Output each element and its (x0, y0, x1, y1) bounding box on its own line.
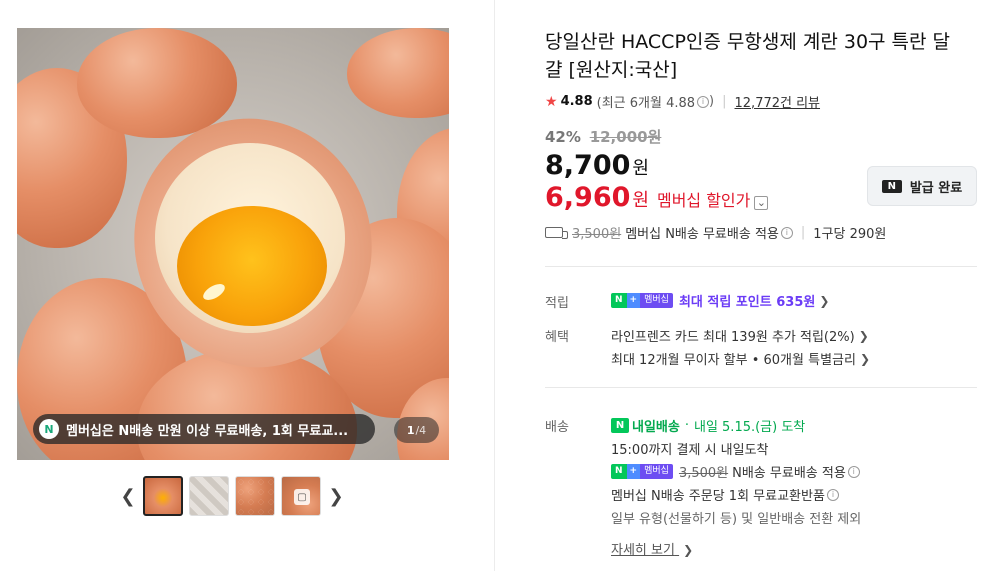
product-gallery: N 멤버십은 N배송 만원 이상 무료배송, 1회 무료교... 1/4 ❮ ▢… (0, 0, 495, 571)
delivery-cutoff: 15:00까지 결제 시 내일도착 (611, 443, 769, 458)
badge-membership: 멤버십 (640, 464, 673, 479)
chevron-right-icon: ❯ (683, 543, 694, 557)
chevron-right-icon: ❯ (819, 293, 830, 308)
badge-membership: 멤버십 (640, 293, 673, 308)
chevron-right-icon: ❯ (858, 328, 869, 343)
badge-plus: + (626, 293, 641, 308)
discount-percent: 42% (545, 128, 581, 146)
video-icon: ▢ (294, 489, 310, 505)
delivery-label: 배송 (545, 420, 569, 435)
benefit-row-1[interactable]: 라인프렌즈 카드 최대 139원 추가 적립(2%) ❯ (611, 326, 869, 346)
review-count-link[interactable]: 12,772건 리뷰 (735, 92, 821, 111)
points-label: 적립 (545, 296, 569, 311)
info-icon[interactable]: i (826, 488, 839, 501)
benefit-label: 혜택 (545, 330, 569, 345)
divider: | (800, 225, 806, 240)
shipping-summary: 3,500원 멤버십 N배송 무료배송 적용 i | 1구당 290원 (545, 223, 886, 242)
naver-n-icon: N (39, 419, 59, 439)
exclusion-text: 일부 유형(선물하기 등) 및 일반배송 전환 제외 (611, 512, 862, 527)
coupon-button-label: 발급 완료 (909, 180, 963, 196)
section-divider (545, 266, 977, 267)
info-icon[interactable]: i (697, 95, 710, 108)
badge-plus: + (626, 464, 641, 479)
sale-price-unit: 원 (632, 158, 649, 179)
naver-plus-membership-badge: N + 멤버십 (611, 464, 673, 479)
benefit-row-2[interactable]: 최대 12개월 무이자 할부 • 60개월 특별금리 ❯ (611, 349, 871, 369)
image-counter: 1/4 (394, 417, 439, 443)
points-row[interactable]: N + 멤버십 최대 적립 포인트 635원 ❯ (611, 291, 829, 310)
recent-rating: (최근 6개월 4.88 (596, 96, 696, 111)
detail-link-label: 자세히 보기 (611, 543, 675, 558)
thumbnail-strip: ❮ ▢ ❯ (116, 476, 348, 516)
detail-link[interactable]: 자세히 보기 ❯ (611, 539, 693, 558)
delivery-type: 내일배송 (632, 420, 680, 435)
max-points-text: 최대 적립 포인트 635원 (678, 295, 816, 310)
egg-shape (347, 28, 449, 118)
naver-n-icon: N (881, 179, 902, 193)
delivery-free-text: N배송 무료배송 적용 (732, 466, 846, 481)
chevron-left-icon[interactable]: ❮ (116, 477, 140, 515)
shipping-original-fee: 3,500원 (572, 227, 622, 242)
chevron-right-icon[interactable]: ❯ (324, 477, 348, 515)
chevron-down-icon[interactable]: ⌄ (754, 195, 769, 210)
n-delivery-badge: N (611, 418, 629, 433)
section-divider (545, 387, 977, 388)
benefit-card-text: 라인프렌즈 카드 최대 139원 추가 적립(2%) (611, 330, 855, 345)
member-price-value: 6,960 (545, 182, 631, 213)
per-unit-price: 1구당 290원 (813, 227, 887, 242)
info-icon[interactable]: i (847, 465, 860, 478)
membership-promo-banner[interactable]: N 멤버십은 N배송 만원 이상 무료배송, 1회 무료교... (33, 414, 375, 444)
benefit-installment-text: 최대 12개월 무이자 할부 • 60개월 특별금리 (611, 353, 856, 368)
delivery-date: 내일 5.15.(금) 도착 (693, 420, 806, 435)
egg-shape (77, 28, 237, 138)
coupon-issued-button[interactable]: N 발급 완료 (867, 166, 977, 206)
divider: | (722, 94, 727, 109)
exchange-text: 멤버십 N배송 주문당 1회 무료교환반품 (611, 489, 825, 504)
naver-plus-membership-badge: N + 멤버십 (611, 293, 673, 308)
original-price: 12,000원 (589, 128, 662, 146)
rating-row: ★ 4.88 (최근 6개월 4.88 i ) | 12,772건 리뷰 (545, 92, 821, 112)
member-price-unit: 원 (632, 190, 649, 211)
product-page: N 멤버십은 N배송 만원 이상 무료배송, 1회 무료교... 1/4 ❮ ▢… (0, 0, 990, 571)
info-icon[interactable]: i (780, 226, 793, 239)
member-price-label: 멤버십 할인가 (656, 191, 751, 210)
delivery-date-row: N 내일배송 · 내일 5.15.(금) 도착 (611, 416, 805, 435)
star-icon: ★ (545, 93, 558, 110)
exchange-row: 멤버십 N배송 주문당 1회 무료교환반품 i (611, 485, 839, 504)
rating-score: 4.88 (560, 94, 593, 109)
delivery-free-row: N + 멤버십 3,500원 N배송 무료배송 적용 i (611, 462, 860, 481)
chevron-right-icon: ❯ (859, 351, 871, 366)
badge-n: N (611, 293, 627, 308)
promo-text: 멤버십은 N배송 만원 이상 무료배송, 1회 무료교... (66, 423, 349, 439)
sale-price: 8,700 원 (545, 150, 649, 181)
thumbnail-3[interactable] (235, 476, 275, 516)
thumbnail-1[interactable] (143, 476, 183, 516)
delivery-original-fee: 3,500원 (678, 466, 729, 481)
thumbnail-4[interactable]: ▢ (281, 476, 321, 516)
dot-separator: · (684, 418, 689, 433)
counter-current: 1 (406, 423, 415, 437)
truck-icon (545, 227, 568, 239)
badge-n: N (611, 464, 627, 479)
recent-rating-close: ) (709, 94, 715, 109)
shipping-text: 멤버십 N배송 무료배송 적용 (625, 227, 779, 242)
member-price: 6,960 원 멤버십 할인가 ⌄ (545, 182, 769, 213)
discount-row: 42% 12,000원 (545, 126, 661, 147)
sale-price-value: 8,700 (545, 150, 631, 181)
thumbnail-2[interactable] (189, 476, 229, 516)
product-title: 당일산란 HACCP인증 무항생제 계란 30구 특란 달걀 [원산지:국산] (545, 31, 951, 81)
counter-total: /4 (415, 423, 427, 437)
main-product-image[interactable] (17, 28, 449, 460)
egg-yolk (177, 206, 327, 326)
